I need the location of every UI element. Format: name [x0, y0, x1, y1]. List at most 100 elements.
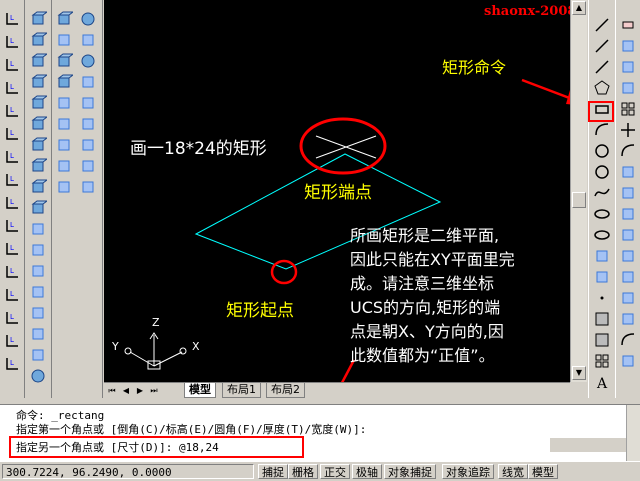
cone-icon[interactable] — [79, 31, 97, 49]
view-ne-iso-icon[interactable] — [29, 178, 47, 196]
first-tab-button[interactable]: ⏮ — [106, 385, 118, 397]
light-icon[interactable] — [29, 304, 47, 322]
otrack-button[interactable]: 对象追踪 — [442, 464, 494, 479]
scene-icon[interactable] — [29, 346, 47, 364]
break-at-point-icon[interactable] — [619, 247, 637, 265]
prev-tab-button[interactable]: ◀ — [120, 385, 132, 397]
extrude-icon[interactable] — [55, 73, 73, 91]
solid-edit-icon[interactable] — [79, 178, 97, 196]
tab-model[interactable]: 模型 — [184, 383, 216, 398]
slice-icon[interactable] — [55, 94, 73, 112]
arc-icon[interactable] — [593, 121, 611, 139]
view-bottom-icon[interactable] — [29, 31, 47, 49]
setup-drawing-icon[interactable] — [55, 157, 73, 175]
ucs-object-icon[interactable]: L — [3, 56, 21, 74]
ucs-world-icon[interactable]: L — [3, 33, 21, 51]
circle-icon[interactable] — [593, 142, 611, 160]
spline-icon[interactable] — [593, 184, 611, 202]
torus-icon[interactable] — [79, 52, 97, 70]
camera-icon[interactable] — [29, 220, 47, 238]
cylinder-icon[interactable] — [55, 31, 73, 49]
ortho-button[interactable]: 正交 — [320, 464, 350, 479]
explode-icon[interactable] — [619, 352, 637, 370]
region-icon[interactable] — [593, 331, 611, 349]
ucs-restore-icon[interactable]: L — [3, 332, 21, 350]
osnap-button[interactable]: 对象捕捉 — [384, 464, 436, 479]
ucs-icon[interactable]: L — [3, 10, 21, 28]
tab-layout1[interactable]: 布局1 — [222, 383, 261, 398]
polygon-icon[interactable] — [593, 79, 611, 97]
ellipse-icon[interactable] — [593, 205, 611, 223]
view-back-icon[interactable] — [29, 115, 47, 133]
interfere-icon[interactable] — [55, 115, 73, 133]
ellipse-arc-icon[interactable] — [593, 226, 611, 244]
next-tab-button[interactable]: ▶ — [134, 385, 146, 397]
array-icon[interactable] — [619, 100, 637, 118]
ucs-z-icon[interactable]: L — [3, 240, 21, 258]
ucs-named-icon[interactable]: L — [3, 286, 21, 304]
point-icon[interactable] — [593, 289, 611, 307]
setup-profile-icon[interactable] — [55, 178, 73, 196]
join-icon[interactable] — [619, 289, 637, 307]
grid-button[interactable]: 栅格 — [288, 464, 318, 479]
ucs-3point-icon[interactable]: L — [3, 171, 21, 189]
chamfer-icon[interactable] — [619, 310, 637, 328]
ucs-x-icon[interactable]: L — [3, 194, 21, 212]
construction-line-icon[interactable] — [593, 37, 611, 55]
offset-icon[interactable] — [619, 79, 637, 97]
ucs-save-icon[interactable]: L — [3, 355, 21, 373]
revolve-icon[interactable] — [79, 73, 97, 91]
break-icon[interactable] — [619, 268, 637, 286]
teapot-icon[interactable] — [29, 367, 47, 385]
setup-view-icon[interactable] — [79, 157, 97, 175]
move-icon[interactable] — [619, 121, 637, 139]
section-icon[interactable] — [79, 94, 97, 112]
ucs-face-icon[interactable]: L — [3, 79, 21, 97]
multiline-text-icon[interactable]: A — [593, 373, 611, 391]
view-left-icon[interactable] — [29, 52, 47, 70]
rotate-icon[interactable] — [619, 142, 637, 160]
last-tab-button[interactable]: ⏭ — [148, 385, 160, 397]
polyline-icon[interactable] — [593, 58, 611, 76]
revision-cloud-icon[interactable] — [593, 163, 611, 181]
command-vscroll[interactable] — [626, 405, 640, 461]
view-right-icon[interactable] — [29, 73, 47, 91]
fillet-icon[interactable] — [619, 331, 637, 349]
erase-icon[interactable] — [619, 16, 637, 34]
view-front-icon[interactable] — [29, 94, 47, 112]
ucs-zaxis-icon[interactable]: L — [3, 148, 21, 166]
line-icon[interactable] — [593, 16, 611, 34]
shade-icon[interactable] — [29, 283, 47, 301]
insert-block-icon[interactable] — [593, 247, 611, 265]
view-se-iso-icon[interactable] — [29, 157, 47, 175]
scale-icon[interactable] — [619, 163, 637, 181]
ucs-apply-icon[interactable]: L — [3, 263, 21, 281]
box-icon[interactable] — [55, 10, 73, 28]
ucs-y-icon[interactable]: L — [3, 217, 21, 235]
tab-layout2[interactable]: 布局2 — [266, 383, 305, 398]
scroll-up-button[interactable]: ▲ — [572, 1, 586, 15]
lineweight-button[interactable]: 线宽 — [498, 464, 528, 479]
make-block-icon[interactable] — [593, 268, 611, 286]
ucs-origin-icon[interactable]: L — [3, 125, 21, 143]
wedge-icon[interactable] — [55, 52, 73, 70]
view-nw-iso-icon[interactable] — [29, 199, 47, 217]
drawing-canvas[interactable]: Z Y X shaonx-2008-2-6 画一18*24的矩形 矩形端点 矩形… — [104, 0, 570, 382]
sphere-icon[interactable] — [79, 10, 97, 28]
hatch-icon[interactable] — [593, 310, 611, 328]
ucs-view-icon[interactable]: L — [3, 102, 21, 120]
view-top-icon[interactable] — [29, 10, 47, 28]
table-icon[interactable] — [593, 352, 611, 370]
command-hscroll[interactable] — [550, 438, 626, 452]
command-window[interactable]: 命令: _rectang 指定第一个角点或 [倒角(C)/标高(E)/圆角(F)… — [0, 404, 640, 461]
union-icon[interactable] — [79, 115, 97, 133]
orbit-icon[interactable] — [29, 262, 47, 280]
ucs-prev-icon[interactable]: L — [3, 309, 21, 327]
snap-button[interactable]: 捕捉 — [258, 464, 288, 479]
stretch-icon[interactable] — [619, 184, 637, 202]
render-icon[interactable] — [29, 241, 47, 259]
polar-button[interactable]: 极轴 — [352, 464, 382, 479]
copy-icon[interactable] — [619, 37, 637, 55]
model-button[interactable]: 模型 — [528, 464, 558, 479]
subtract-icon[interactable] — [55, 136, 73, 154]
